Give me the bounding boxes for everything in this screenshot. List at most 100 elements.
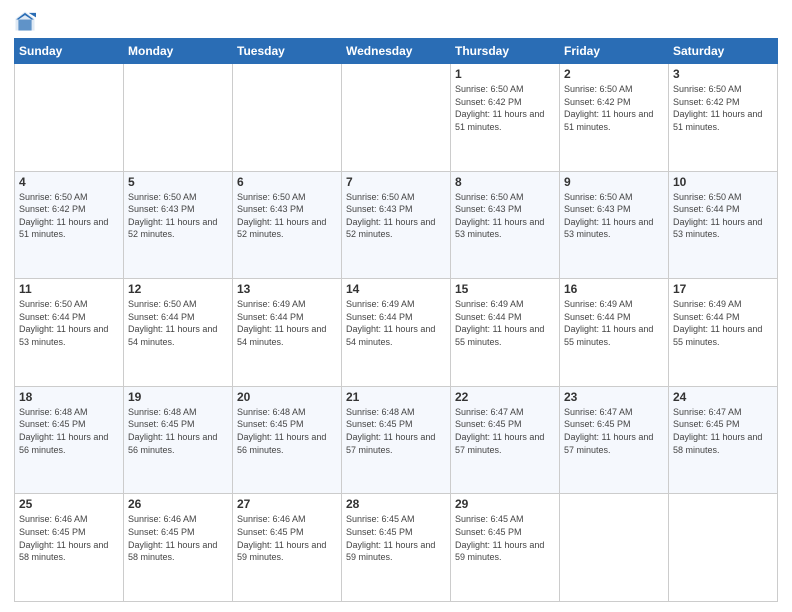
calendar-cell: 24 Sunrise: 6:47 AM Sunset: 6:45 PM Dayli…	[669, 386, 778, 494]
calendar-cell: 8Sunrise: 6:50 AM Sunset: 6:43 PM Daylig…	[451, 171, 560, 279]
day-number: 11	[19, 282, 119, 296]
day-number: 25	[19, 497, 119, 511]
day-number: 16	[564, 282, 664, 296]
day-info: Sunrise: 6:47 AM Sunset: 6:45 PM Dayligh…	[673, 406, 773, 456]
calendar-cell: 11 Sunrise: 6:50 AM Sunset: 6:44 PM Dayli…	[15, 279, 124, 387]
day-info: Sunrise: 6:47 AM Sunset: 6:45 PM Dayligh…	[564, 406, 664, 456]
calendar-cell	[15, 64, 124, 172]
calendar-week-4: 18 Sunrise: 6:48 AM Sunset: 6:45 PM Dayli…	[15, 386, 778, 494]
calendar-cell: 4Sunrise: 6:50 AM Sunset: 6:42 PM Daylig…	[15, 171, 124, 279]
day-number: 5	[128, 175, 228, 189]
calendar-cell: 28 Sunrise: 6:45 AM Sunset: 6:45 PM Dayli…	[342, 494, 451, 602]
calendar-cell: 19 Sunrise: 6:48 AM Sunset: 6:45 PM Dayli…	[124, 386, 233, 494]
day-number: 22	[455, 390, 555, 404]
calendar-cell: 22 Sunrise: 6:47 AM Sunset: 6:45 PM Dayli…	[451, 386, 560, 494]
day-number: 6	[237, 175, 337, 189]
calendar-cell: 13Sunrise: 6:49 AM Sunset: 6:44 PM Dayli…	[233, 279, 342, 387]
calendar-cell: 23 Sunrise: 6:47 AM Sunset: 6:45 PM Dayli…	[560, 386, 669, 494]
calendar-cell	[124, 64, 233, 172]
day-info: Sunrise: 6:50 AM Sunset: 6:42 PM Dayligh…	[19, 191, 119, 241]
day-number: 17	[673, 282, 773, 296]
day-number: 15	[455, 282, 555, 296]
calendar-cell: 9 Sunrise: 6:50 AM Sunset: 6:43 PM Daylig…	[560, 171, 669, 279]
day-number: 18	[19, 390, 119, 404]
day-number: 9	[564, 175, 664, 189]
day-number: 29	[455, 497, 555, 511]
day-number: 1	[455, 67, 555, 81]
calendar-cell	[342, 64, 451, 172]
calendar-week-1: 1 Sunrise: 6:50 AM Sunset: 6:42 PM Daylig…	[15, 64, 778, 172]
calendar-cell: 6 Sunrise: 6:50 AM Sunset: 6:43 PM Daylig…	[233, 171, 342, 279]
day-info: Sunrise: 6:45 AM Sunset: 6:45 PM Dayligh…	[455, 513, 555, 563]
day-info: Sunrise: 6:49 AM Sunset: 6:44 PM Dayligh…	[564, 298, 664, 348]
day-number: 12	[128, 282, 228, 296]
day-of-week-thursday: Thursday	[451, 39, 560, 64]
day-number: 24	[673, 390, 773, 404]
day-number: 10	[673, 175, 773, 189]
logo-icon	[14, 10, 36, 32]
calendar-cell: 25 Sunrise: 6:46 AM Sunset: 6:45 PM Dayli…	[15, 494, 124, 602]
day-of-week-friday: Friday	[560, 39, 669, 64]
day-number: 14	[346, 282, 446, 296]
day-number: 27	[237, 497, 337, 511]
day-of-week-saturday: Saturday	[669, 39, 778, 64]
day-info: Sunrise: 6:48 AM Sunset: 6:45 PM Dayligh…	[237, 406, 337, 456]
logo	[14, 10, 40, 32]
calendar-week-2: 4Sunrise: 6:50 AM Sunset: 6:42 PM Daylig…	[15, 171, 778, 279]
day-number: 13	[237, 282, 337, 296]
day-info: Sunrise: 6:50 AM Sunset: 6:44 PM Dayligh…	[128, 298, 228, 348]
day-of-week-monday: Monday	[124, 39, 233, 64]
day-info: Sunrise: 6:46 AM Sunset: 6:45 PM Dayligh…	[237, 513, 337, 563]
calendar-cell	[233, 64, 342, 172]
day-of-week-sunday: Sunday	[15, 39, 124, 64]
day-info: Sunrise: 6:47 AM Sunset: 6:45 PM Dayligh…	[455, 406, 555, 456]
day-number: 8	[455, 175, 555, 189]
day-number: 2	[564, 67, 664, 81]
header	[14, 10, 778, 32]
day-info: Sunrise: 6:50 AM Sunset: 6:43 PM Dayligh…	[564, 191, 664, 241]
calendar-cell: 14Sunrise: 6:49 AM Sunset: 6:44 PM Dayli…	[342, 279, 451, 387]
day-info: Sunrise: 6:50 AM Sunset: 6:42 PM Dayligh…	[564, 83, 664, 133]
day-info: Sunrise: 6:48 AM Sunset: 6:45 PM Dayligh…	[19, 406, 119, 456]
day-info: Sunrise: 6:50 AM Sunset: 6:44 PM Dayligh…	[673, 191, 773, 241]
day-info: Sunrise: 6:50 AM Sunset: 6:43 PM Dayligh…	[237, 191, 337, 241]
calendar-week-5: 25 Sunrise: 6:46 AM Sunset: 6:45 PM Dayli…	[15, 494, 778, 602]
calendar-cell: 16 Sunrise: 6:49 AM Sunset: 6:44 PM Dayli…	[560, 279, 669, 387]
day-number: 23	[564, 390, 664, 404]
day-number: 26	[128, 497, 228, 511]
day-info: Sunrise: 6:45 AM Sunset: 6:45 PM Dayligh…	[346, 513, 446, 563]
day-info: Sunrise: 6:48 AM Sunset: 6:45 PM Dayligh…	[128, 406, 228, 456]
day-of-week-tuesday: Tuesday	[233, 39, 342, 64]
calendar-cell: 7Sunrise: 6:50 AM Sunset: 6:43 PM Daylig…	[342, 171, 451, 279]
day-of-week-wednesday: Wednesday	[342, 39, 451, 64]
day-number: 21	[346, 390, 446, 404]
day-info: Sunrise: 6:50 AM Sunset: 6:44 PM Dayligh…	[19, 298, 119, 348]
calendar-cell: 10 Sunrise: 6:50 AM Sunset: 6:44 PM Dayli…	[669, 171, 778, 279]
calendar-cell: 17Sunrise: 6:49 AM Sunset: 6:44 PM Dayli…	[669, 279, 778, 387]
calendar-cell: 20 Sunrise: 6:48 AM Sunset: 6:45 PM Dayli…	[233, 386, 342, 494]
calendar-cell: 3 Sunrise: 6:50 AM Sunset: 6:42 PM Daylig…	[669, 64, 778, 172]
day-number: 19	[128, 390, 228, 404]
page: SundayMondayTuesdayWednesdayThursdayFrid…	[0, 0, 792, 612]
day-info: Sunrise: 6:48 AM Sunset: 6:45 PM Dayligh…	[346, 406, 446, 456]
day-info: Sunrise: 6:49 AM Sunset: 6:44 PM Dayligh…	[455, 298, 555, 348]
calendar-cell: 26 Sunrise: 6:46 AM Sunset: 6:45 PM Dayli…	[124, 494, 233, 602]
calendar-cell: 27 Sunrise: 6:46 AM Sunset: 6:45 PM Dayli…	[233, 494, 342, 602]
day-info: Sunrise: 6:50 AM Sunset: 6:43 PM Dayligh…	[128, 191, 228, 241]
calendar-cell: 29 Sunrise: 6:45 AM Sunset: 6:45 PM Dayli…	[451, 494, 560, 602]
calendar-cell	[669, 494, 778, 602]
calendar-cell: 15 Sunrise: 6:49 AM Sunset: 6:44 PM Dayli…	[451, 279, 560, 387]
day-number: 3	[673, 67, 773, 81]
calendar-cell	[560, 494, 669, 602]
day-number: 20	[237, 390, 337, 404]
calendar-cell: 12 Sunrise: 6:50 AM Sunset: 6:44 PM Dayli…	[124, 279, 233, 387]
day-info: Sunrise: 6:50 AM Sunset: 6:42 PM Dayligh…	[673, 83, 773, 133]
calendar-cell: 21 Sunrise: 6:48 AM Sunset: 6:45 PM Dayli…	[342, 386, 451, 494]
day-info: Sunrise: 6:46 AM Sunset: 6:45 PM Dayligh…	[128, 513, 228, 563]
calendar-cell: 18 Sunrise: 6:48 AM Sunset: 6:45 PM Dayli…	[15, 386, 124, 494]
day-number: 28	[346, 497, 446, 511]
calendar-cell: 5 Sunrise: 6:50 AM Sunset: 6:43 PM Daylig…	[124, 171, 233, 279]
calendar-cell: 2 Sunrise: 6:50 AM Sunset: 6:42 PM Daylig…	[560, 64, 669, 172]
day-info: Sunrise: 6:50 AM Sunset: 6:42 PM Dayligh…	[455, 83, 555, 133]
day-info: Sunrise: 6:46 AM Sunset: 6:45 PM Dayligh…	[19, 513, 119, 563]
